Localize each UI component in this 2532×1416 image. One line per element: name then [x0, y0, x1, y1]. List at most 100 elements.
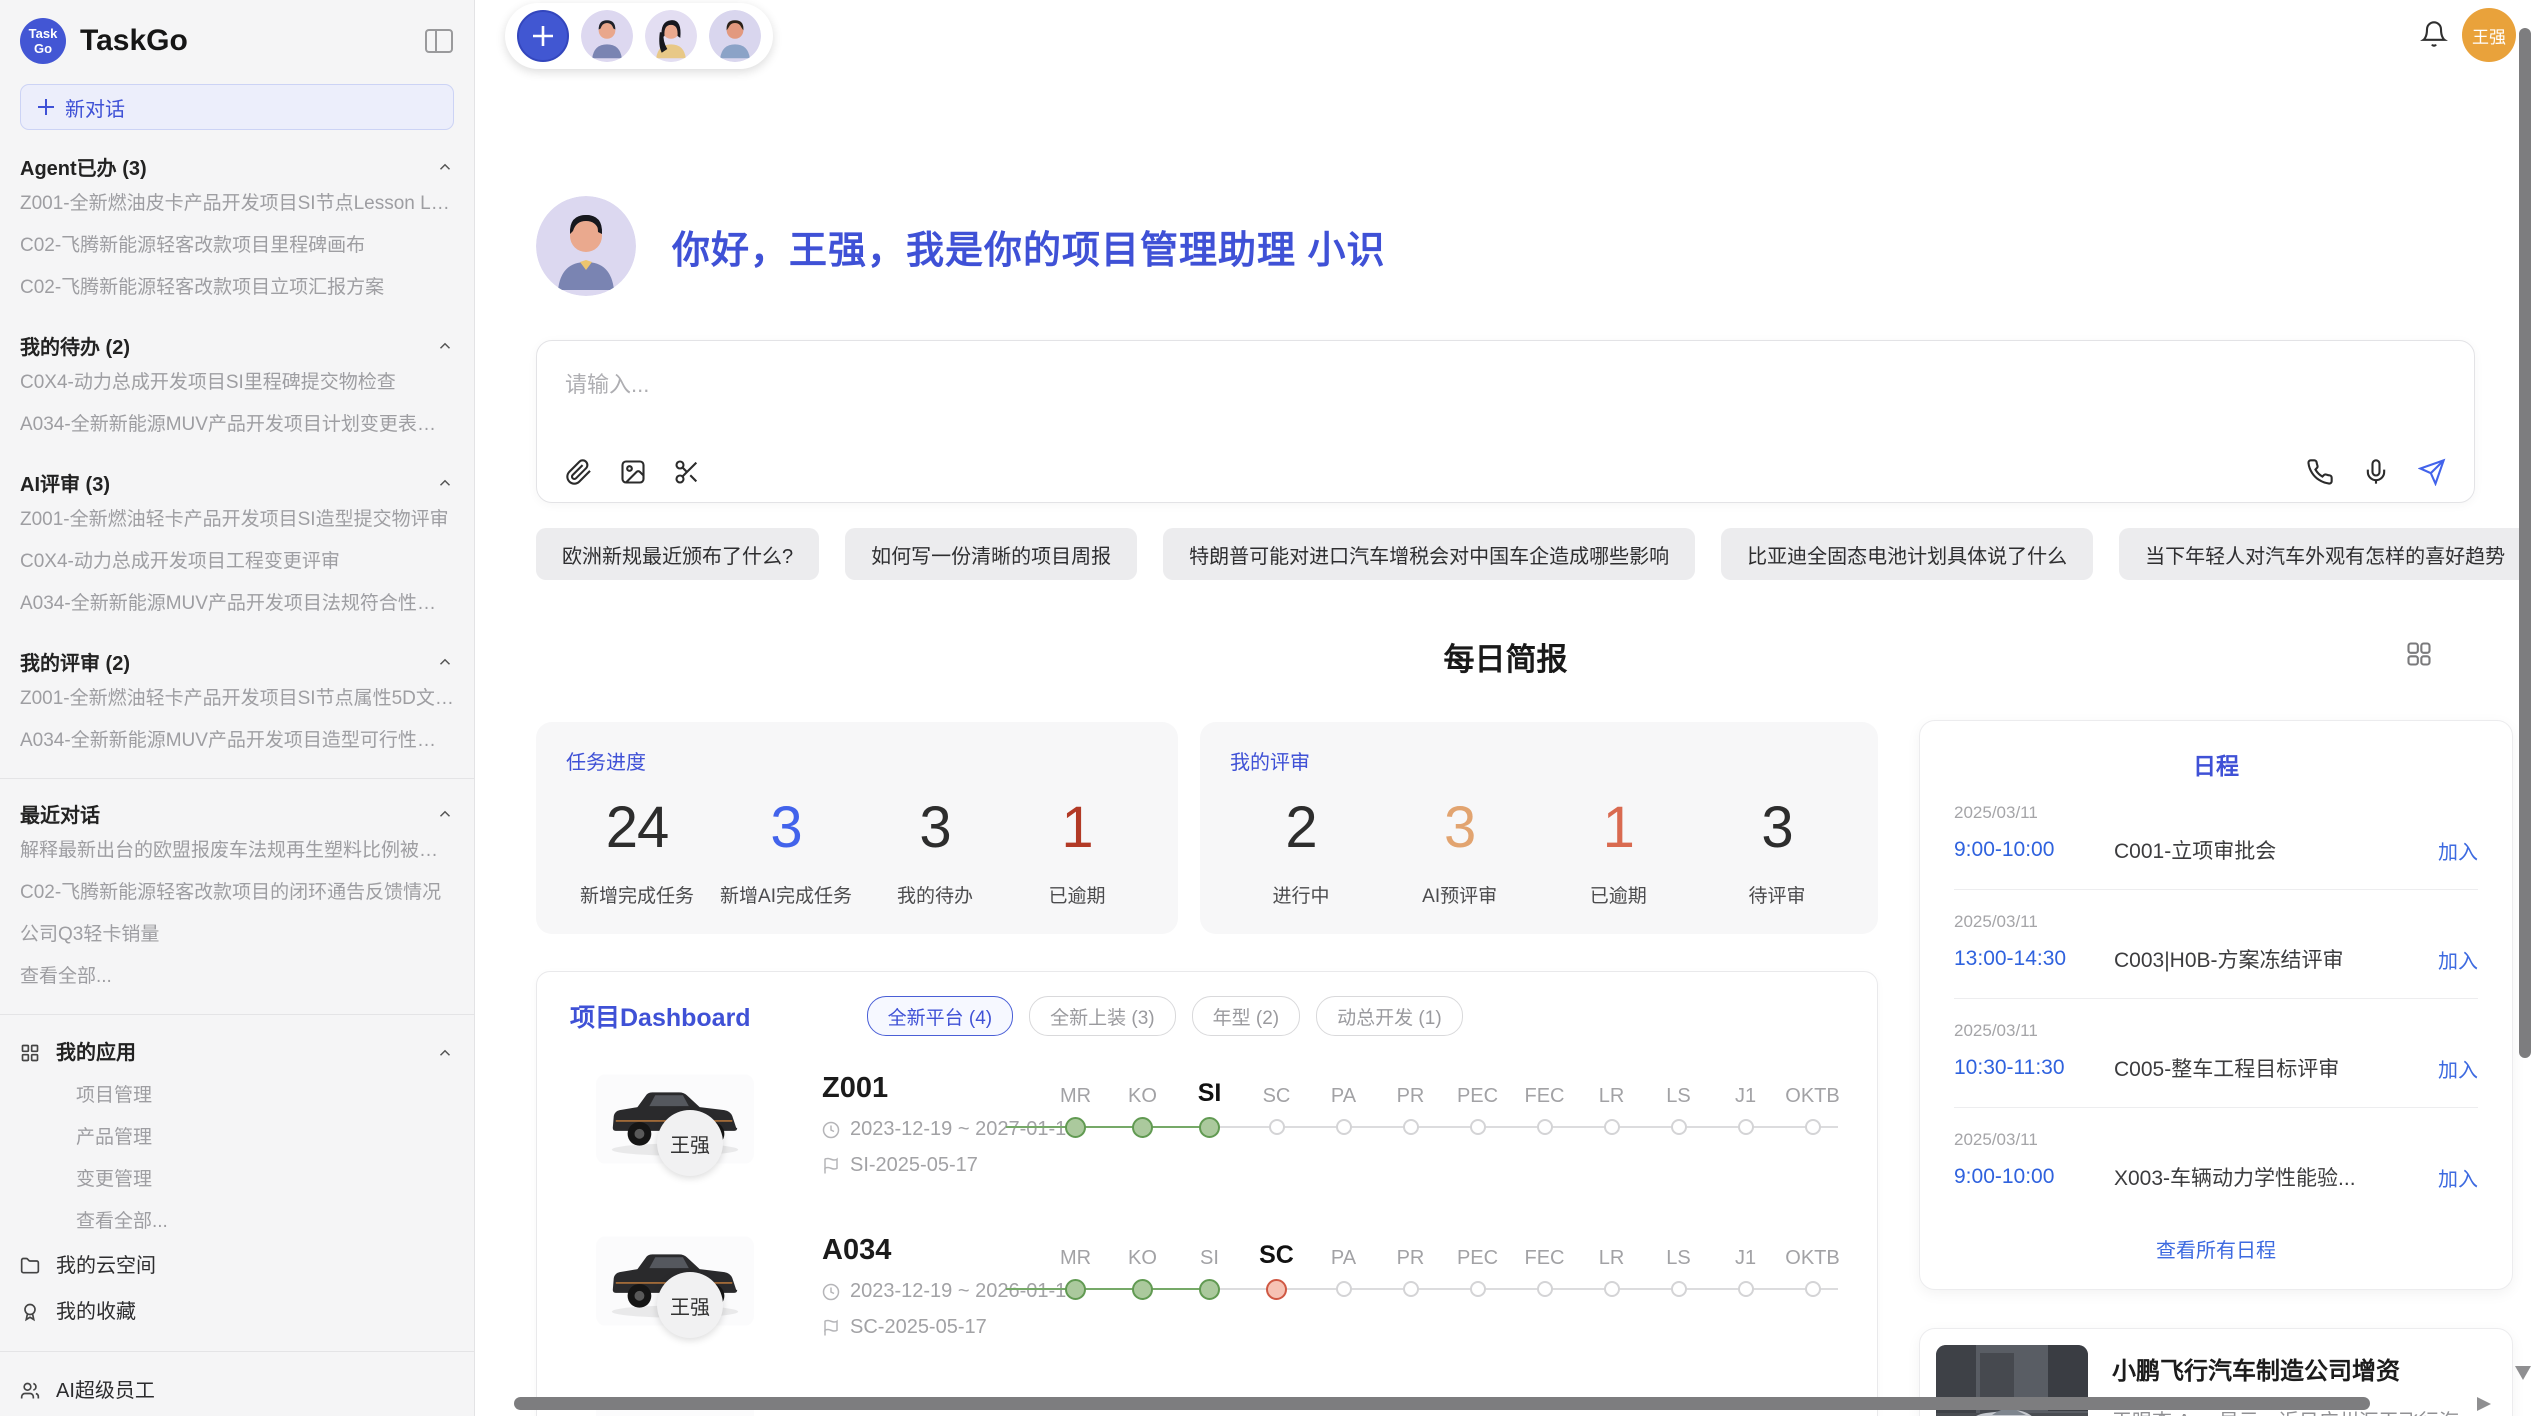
- schedule-event-title: C001-立项审批会: [2114, 835, 2438, 865]
- section-title: Agent已办 (3): [20, 152, 147, 181]
- filter-chip[interactable]: 全新平台 (4): [867, 996, 1014, 1036]
- project-row[interactable]: 王强 A034 2023-12-19 ~ 2026-01-19 SC-2025-…: [537, 1230, 1877, 1362]
- section-recent-header[interactable]: 最近对话: [20, 795, 454, 830]
- suggestion-chip[interactable]: 当下年轻人对汽车外观有怎样的喜好趋势: [2119, 528, 2531, 580]
- sidebar-item[interactable]: A034-全新新能源MUV产品开发项目造型可行性评审: [20, 720, 454, 762]
- section-ai-review-header[interactable]: AI评审 (3): [20, 464, 454, 499]
- join-link[interactable]: 加入: [2438, 836, 2478, 865]
- project-dates: 2023-12-19 ~ 2027-01-19: [822, 1118, 1077, 1141]
- sidebar-item[interactable]: A034-全新新能源MUV产品开发项目计划变更表编写: [20, 404, 454, 446]
- project-code: A034: [822, 1234, 1077, 1267]
- my-apps-header[interactable]: 我的应用: [20, 1031, 454, 1075]
- mic-icon[interactable]: [2362, 458, 2390, 486]
- milestone-dot-future: [1403, 1281, 1419, 1297]
- schedule-date: 2025/03/11: [1954, 1021, 2478, 1041]
- flag-icon: [822, 1319, 840, 1337]
- filter-chip[interactable]: 动总开发 (1): [1316, 996, 1463, 1036]
- milestone-dot-future: [1336, 1281, 1352, 1297]
- join-link[interactable]: 加入: [2438, 1163, 2478, 1192]
- stat-label: 我的待办: [897, 881, 973, 908]
- suggestion-chip[interactable]: 如何写一份清晰的项目周报: [845, 528, 1137, 580]
- join-link[interactable]: 加入: [2438, 945, 2478, 974]
- sidebar-item[interactable]: C0X4-动力总成开发项目工程变更评审: [20, 541, 454, 583]
- my-favorites[interactable]: 我的收藏: [20, 1289, 454, 1335]
- taskgo-app: Task Go TaskGo 新对话 Agent已办 (3) Z001-全新燃油…: [0, 0, 2532, 1416]
- new-chat-button[interactable]: 新对话: [20, 84, 454, 130]
- milestone-dot-future: [1604, 1119, 1620, 1135]
- sidebar-item[interactable]: C0X4-动力总成开发项目SI里程碑提交物检查: [20, 362, 454, 404]
- new-session-button[interactable]: [517, 10, 569, 62]
- my-cloud-label: 我的云空间: [56, 1243, 454, 1289]
- view-all-schedule[interactable]: 查看所有日程: [1954, 1234, 2478, 1263]
- avatar[interactable]: [581, 10, 633, 62]
- sidebar-item[interactable]: C02-飞腾新能源轻客改款项目里程碑画布: [20, 225, 454, 267]
- my-review-card: 我的评审 2 进行中 3 AI预评审 1 已逾期 3: [1200, 722, 1878, 934]
- avatar[interactable]: [709, 10, 761, 62]
- view-all-chats[interactable]: 查看全部...: [20, 956, 454, 998]
- section-my-todo-header[interactable]: 我的待办 (2): [20, 327, 454, 362]
- project-milestone-date: SC-2025-05-17: [822, 1316, 1077, 1339]
- scissors-icon[interactable]: [673, 458, 701, 486]
- section-my-review-header[interactable]: 我的评审 (2): [20, 643, 454, 678]
- award-icon: [20, 1302, 40, 1322]
- my-cloud-space[interactable]: 我的云空间: [20, 1243, 454, 1289]
- filter-chip[interactable]: 年型 (2): [1192, 996, 1301, 1036]
- paperclip-icon[interactable]: [565, 458, 593, 486]
- recent-chat-item[interactable]: 解释最新出台的欧盟报废车法规再生塑料比例被调至15%...: [20, 830, 454, 872]
- milestone-label: FEC: [1511, 1070, 1578, 1108]
- join-link[interactable]: 加入: [2438, 1054, 2478, 1083]
- milestone-label: OKTB: [1779, 1232, 1846, 1270]
- app-item-product-mgmt[interactable]: 产品管理: [20, 1117, 454, 1159]
- panel-collapse-icon[interactable]: [424, 28, 454, 54]
- suggestion-chip[interactable]: 欧洲新规最近颁布了什么?: [536, 528, 819, 580]
- milestone-labels: MR KO SI SC PA PR PEC FEC LR LS J1 OKTB: [1042, 1232, 1852, 1270]
- milestone-dots: [1042, 1276, 1852, 1302]
- card-title: 我的评审: [1230, 746, 1848, 775]
- stat: 3 我的待办: [876, 799, 994, 908]
- app-item-change-mgmt[interactable]: 变更管理: [20, 1159, 454, 1201]
- phone-icon[interactable]: [2306, 458, 2334, 486]
- clock-icon: [822, 1283, 840, 1301]
- image-icon[interactable]: [619, 458, 647, 486]
- section-agent-done-header[interactable]: Agent已办 (3): [20, 148, 454, 183]
- sidebar-item[interactable]: Z001-全新燃油皮卡产品开发项目SI节点Lesson Learn报告: [20, 183, 454, 225]
- sidebar-item[interactable]: A034-全新新能源MUV产品开发项目法规符合性评审: [20, 583, 454, 625]
- schedule-event-title: C005-整车工程目标评审: [2114, 1053, 2438, 1083]
- milestone-label: J1: [1712, 1070, 1779, 1108]
- ai-super-staff[interactable]: AI超级员工: [20, 1368, 454, 1414]
- milestone-dots: [1042, 1114, 1852, 1140]
- news-title: 小鹏飞行汽车制造公司增资: [2112, 1351, 2475, 1386]
- project-info: Z001 2023-12-19 ~ 2027-01-19 SI-2025-05-…: [822, 1072, 1077, 1177]
- vertical-scrollbar[interactable]: [2519, 28, 2531, 1058]
- schedule-event-title: X003-车辆动力学性能验...: [2114, 1162, 2438, 1192]
- horizontal-scrollbar[interactable]: [514, 1397, 2370, 1410]
- send-icon[interactable]: [2418, 458, 2446, 486]
- plus-icon: [37, 98, 55, 116]
- schedule-date: 2025/03/11: [1954, 912, 2478, 932]
- view-all-apps[interactable]: 查看全部...: [20, 1201, 454, 1243]
- layout-grid-icon[interactable]: [2405, 640, 2433, 668]
- section-title: 最近对话: [20, 799, 100, 828]
- app-item-project-mgmt[interactable]: 项目管理: [20, 1075, 454, 1117]
- avatar[interactable]: [645, 10, 697, 62]
- bell-icon[interactable]: [2420, 20, 2448, 48]
- filter-chip[interactable]: 全新上装 (3): [1029, 996, 1176, 1036]
- scroll-down-arrow[interactable]: [2515, 1366, 2531, 1380]
- section-my-todo: 我的待办 (2) C0X4-动力总成开发项目SI里程碑提交物检查 A034-全新…: [20, 327, 454, 446]
- user-avatar[interactable]: 王强: [2462, 8, 2516, 62]
- sidebar-item[interactable]: Z001-全新燃油轻卡产品开发项目SI造型提交物评审: [20, 499, 454, 541]
- recent-chat-item[interactable]: 公司Q3轻卡销量: [20, 914, 454, 956]
- project-row[interactable]: 王强 Z001 2023-12-19 ~ 2027-01-19 SI-2025-…: [537, 1068, 1877, 1200]
- recent-chat-item[interactable]: C02-飞腾新能源轻客改款项目的闭环通告反馈情况: [20, 872, 454, 914]
- sidebar-item[interactable]: C02-飞腾新能源轻客改款项目立项汇报方案: [20, 267, 454, 309]
- sidebar-divider: [0, 1014, 474, 1015]
- user-name: 王强: [2472, 23, 2506, 48]
- chat-input-card[interactable]: 请输入...: [536, 340, 2475, 503]
- suggestion-chip[interactable]: 比亚迪全固态电池计划具体说了什么: [1721, 528, 2093, 580]
- sidebar-divider: [0, 1351, 474, 1352]
- milestone-label: KO: [1109, 1232, 1176, 1270]
- suggestion-chip[interactable]: 特朗普可能对进口汽车增税会对中国车企造成哪些影响: [1163, 528, 1695, 580]
- sidebar-item[interactable]: Z001-全新燃油轻卡产品开发项目SI节点属性5D文件评审: [20, 678, 454, 720]
- stat-label: 待评审: [1748, 881, 1805, 908]
- scroll-right-arrow[interactable]: [2477, 1397, 2491, 1411]
